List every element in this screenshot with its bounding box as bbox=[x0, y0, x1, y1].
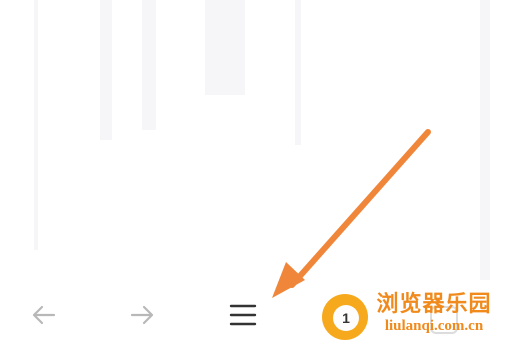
forward-button[interactable] bbox=[126, 300, 160, 334]
arrow-right-icon bbox=[130, 304, 156, 331]
hamburger-menu-icon bbox=[229, 303, 257, 332]
background-ghost-column bbox=[295, 0, 301, 145]
background-ghost-column bbox=[34, 0, 38, 250]
background-ghost-column bbox=[142, 0, 156, 130]
watermark: 浏览器乐园 liulanqi.com.cn bbox=[370, 294, 498, 334]
background-ghost-column bbox=[480, 0, 490, 280]
watermark-chinese: 浏览器乐园 bbox=[376, 292, 492, 317]
tab-count-badge: 1 bbox=[333, 305, 359, 331]
watermark-domain: liulanqi.com.cn bbox=[384, 318, 484, 334]
back-button[interactable] bbox=[26, 300, 60, 334]
menu-button[interactable] bbox=[226, 300, 260, 334]
arrow-left-icon bbox=[30, 304, 56, 331]
tab-count: 1 bbox=[342, 310, 350, 326]
background-ghost-block bbox=[205, 0, 245, 95]
background-ghost-column bbox=[100, 0, 112, 140]
